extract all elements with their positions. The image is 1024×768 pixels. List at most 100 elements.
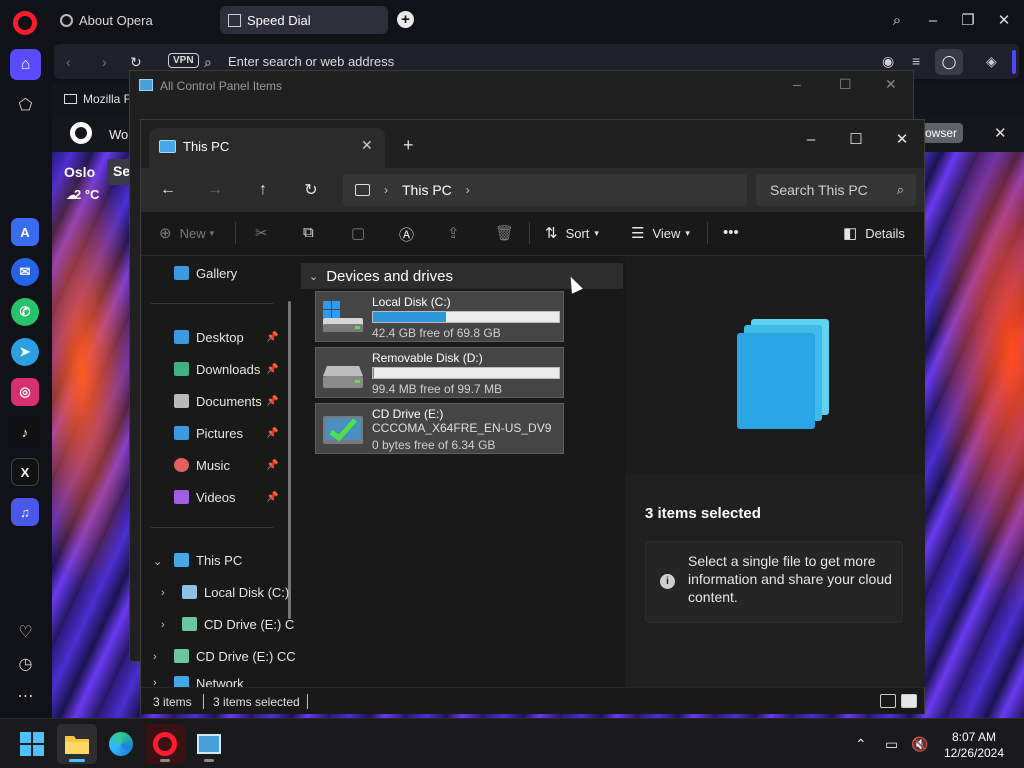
details-view-icon[interactable]	[880, 694, 896, 708]
chevron-down-icon[interactable]: ⌄	[309, 270, 318, 283]
tiktok-icon[interactable]: ♪	[11, 418, 39, 446]
maximize-button[interactable]: ☐	[842, 126, 870, 152]
file-explorer-window[interactable]: This PC ✕ + – ☐ ✕ ← → ↑ ↻ › This PC › Se…	[140, 119, 925, 714]
pin-icon[interactable]: 📌	[266, 396, 278, 407]
bookmark-folder[interactable]: Mozilla F	[64, 92, 131, 106]
up-button[interactable]: ↑	[248, 176, 278, 204]
instagram-icon[interactable]: ◎	[11, 378, 39, 406]
chevron-right-icon[interactable]: ›	[161, 619, 165, 631]
nav-item-music[interactable]: Music 📌	[174, 451, 299, 479]
clock[interactable]: 8:07 AM 12/26/2024	[934, 729, 1014, 761]
details-button[interactable]: ◧ Details	[843, 224, 905, 242]
minimize-button[interactable]: –	[921, 8, 945, 32]
chevron-up-icon[interactable]: ⌃	[855, 736, 867, 753]
nav-item-gallery[interactable]: Gallery	[174, 259, 299, 287]
pin-icon[interactable]: 📌	[266, 332, 278, 343]
chevron-right-icon[interactable]: ›	[466, 183, 470, 197]
camera-icon[interactable]: ◉	[882, 53, 894, 70]
chevron-right-icon[interactable]: ›	[153, 651, 157, 663]
home-icon[interactable]: ⌂	[10, 49, 41, 80]
minimize-button[interactable]: –	[797, 126, 825, 152]
nav-item-documents[interactable]: Documents 📌	[174, 387, 299, 415]
display-icon[interactable]: ▭	[885, 736, 898, 753]
cp-maximize-button[interactable]: ☐	[839, 76, 852, 93]
more-options-button[interactable]: •••	[723, 224, 739, 241]
forward-icon[interactable]: ›	[102, 54, 107, 70]
profile-button[interactable]: ◯	[935, 49, 963, 75]
nav-item-downloads[interactable]: Downloads 📌	[174, 355, 299, 383]
breadcrumb[interactable]: › This PC ›	[343, 174, 747, 206]
delete-button[interactable]: 🗑	[495, 224, 514, 242]
start-button[interactable]	[12, 724, 52, 764]
extensions-icon[interactable]: ⬠	[10, 89, 41, 120]
opera-logo-icon[interactable]	[13, 11, 37, 35]
tiles-view-icon[interactable]	[901, 694, 917, 708]
close-button[interactable]: ✕	[888, 126, 916, 152]
restore-button[interactable]: ❐	[956, 8, 980, 32]
messenger-icon[interactable]: ✉	[11, 258, 39, 286]
nav-item-videos[interactable]: Videos 📌	[174, 483, 299, 511]
pin-icon[interactable]: 📌	[266, 428, 278, 439]
nav-item-this-pc[interactable]: This PC	[174, 546, 299, 574]
chevron-right-icon[interactable]: ›	[161, 587, 165, 599]
breadcrumb-this-pc[interactable]: This PC	[402, 182, 452, 198]
rename-button[interactable]: Ⓐ	[399, 224, 414, 245]
chevron-down-icon[interactable]: ⌄	[153, 555, 162, 568]
chevron-right-icon[interactable]: ›	[384, 183, 388, 197]
new-tab-button[interactable]: +	[397, 11, 414, 28]
close-button[interactable]: ✕	[992, 8, 1016, 32]
nav-item-cd-drive[interactable]: CD Drive (E:) C	[182, 610, 299, 638]
aria-icon[interactable]: A	[11, 218, 39, 246]
nav-item-local-disk[interactable]: Local Disk (C:)	[182, 578, 299, 606]
back-button[interactable]: ←	[153, 176, 183, 204]
tab-speed-dial[interactable]: Speed Dial	[220, 6, 388, 34]
new-button[interactable]: ⊕ New ▾	[159, 224, 214, 242]
search-tabs-icon[interactable]: ⌕	[885, 8, 909, 32]
copy-button[interactable]: ⧉	[303, 224, 314, 241]
whatsapp-icon[interactable]: ✆	[11, 298, 39, 326]
search-box[interactable]: Search This PC ⌕	[756, 174, 916, 206]
paste-button[interactable]: ▢	[351, 224, 365, 242]
reload-icon[interactable]: ↻	[130, 54, 142, 71]
pin-icon[interactable]: 📌	[266, 364, 278, 375]
edge-button[interactable]	[101, 724, 141, 764]
drive-tile-cd-drive[interactable]: CD Drive (E:) CCCOMA_X64FRE_EN-US_DV9 0 …	[315, 403, 564, 454]
cp-minimize-button[interactable]: –	[793, 76, 801, 92]
pin-icon[interactable]: 📌	[266, 492, 278, 503]
nav-item-cd-drive-root[interactable]: CD Drive (E:) CC	[174, 642, 299, 670]
banner-close-icon[interactable]: ✕	[994, 124, 1007, 142]
tab-this-pc[interactable]: This PC ✕	[149, 128, 385, 168]
cut-button[interactable]: ✂	[255, 224, 268, 242]
address-input[interactable]: Enter search or web address	[228, 54, 394, 69]
sort-button[interactable]: ⇅ Sort ▾	[545, 224, 599, 242]
pin-icon[interactable]: 📌	[266, 460, 278, 471]
back-icon[interactable]: ‹	[66, 54, 71, 70]
file-explorer-button[interactable]	[57, 724, 97, 764]
music-player-icon[interactable]: ♫	[11, 498, 39, 526]
chevron-right-icon[interactable]: ›	[153, 677, 157, 687]
cp-close-button[interactable]: ✕	[885, 76, 897, 93]
view-button[interactable]: ☰ View ▾	[631, 224, 690, 242]
share-button[interactable]: ⇪	[447, 224, 460, 242]
search-input[interactable]: Search This PC	[770, 182, 868, 198]
settings-sliders-icon[interactable]: ≡	[912, 53, 920, 69]
nav-item-desktop[interactable]: Desktop 📌	[174, 323, 299, 351]
close-tab-icon[interactable]: ✕	[361, 137, 373, 154]
history-icon[interactable]: ◷	[10, 648, 41, 679]
opera-button[interactable]	[145, 724, 185, 764]
nav-item-network[interactable]: Network	[174, 669, 299, 687]
telegram-icon[interactable]: ➤	[11, 338, 39, 366]
more-icon[interactable]: ⋯	[10, 680, 41, 711]
refresh-button[interactable]: ↻	[296, 176, 326, 204]
mute-volume-icon[interactable]: 🔇	[911, 736, 928, 753]
x-twitter-icon[interactable]: X	[11, 458, 39, 486]
new-tab-button[interactable]: +	[403, 135, 414, 156]
nav-item-pictures[interactable]: Pictures 📌	[174, 419, 299, 447]
heart-icon[interactable]: ♡	[10, 616, 41, 647]
cube-icon[interactable]: ◈	[986, 53, 997, 70]
drive-tile-removable-disk[interactable]: Removable Disk (D:) 99.4 MB free of 99.7…	[315, 347, 564, 398]
vpn-badge[interactable]: VPN	[168, 53, 199, 68]
control-panel-button[interactable]	[189, 724, 229, 764]
forward-button[interactable]: →	[200, 176, 230, 204]
tab-about-opera[interactable]: About Opera	[52, 6, 220, 34]
